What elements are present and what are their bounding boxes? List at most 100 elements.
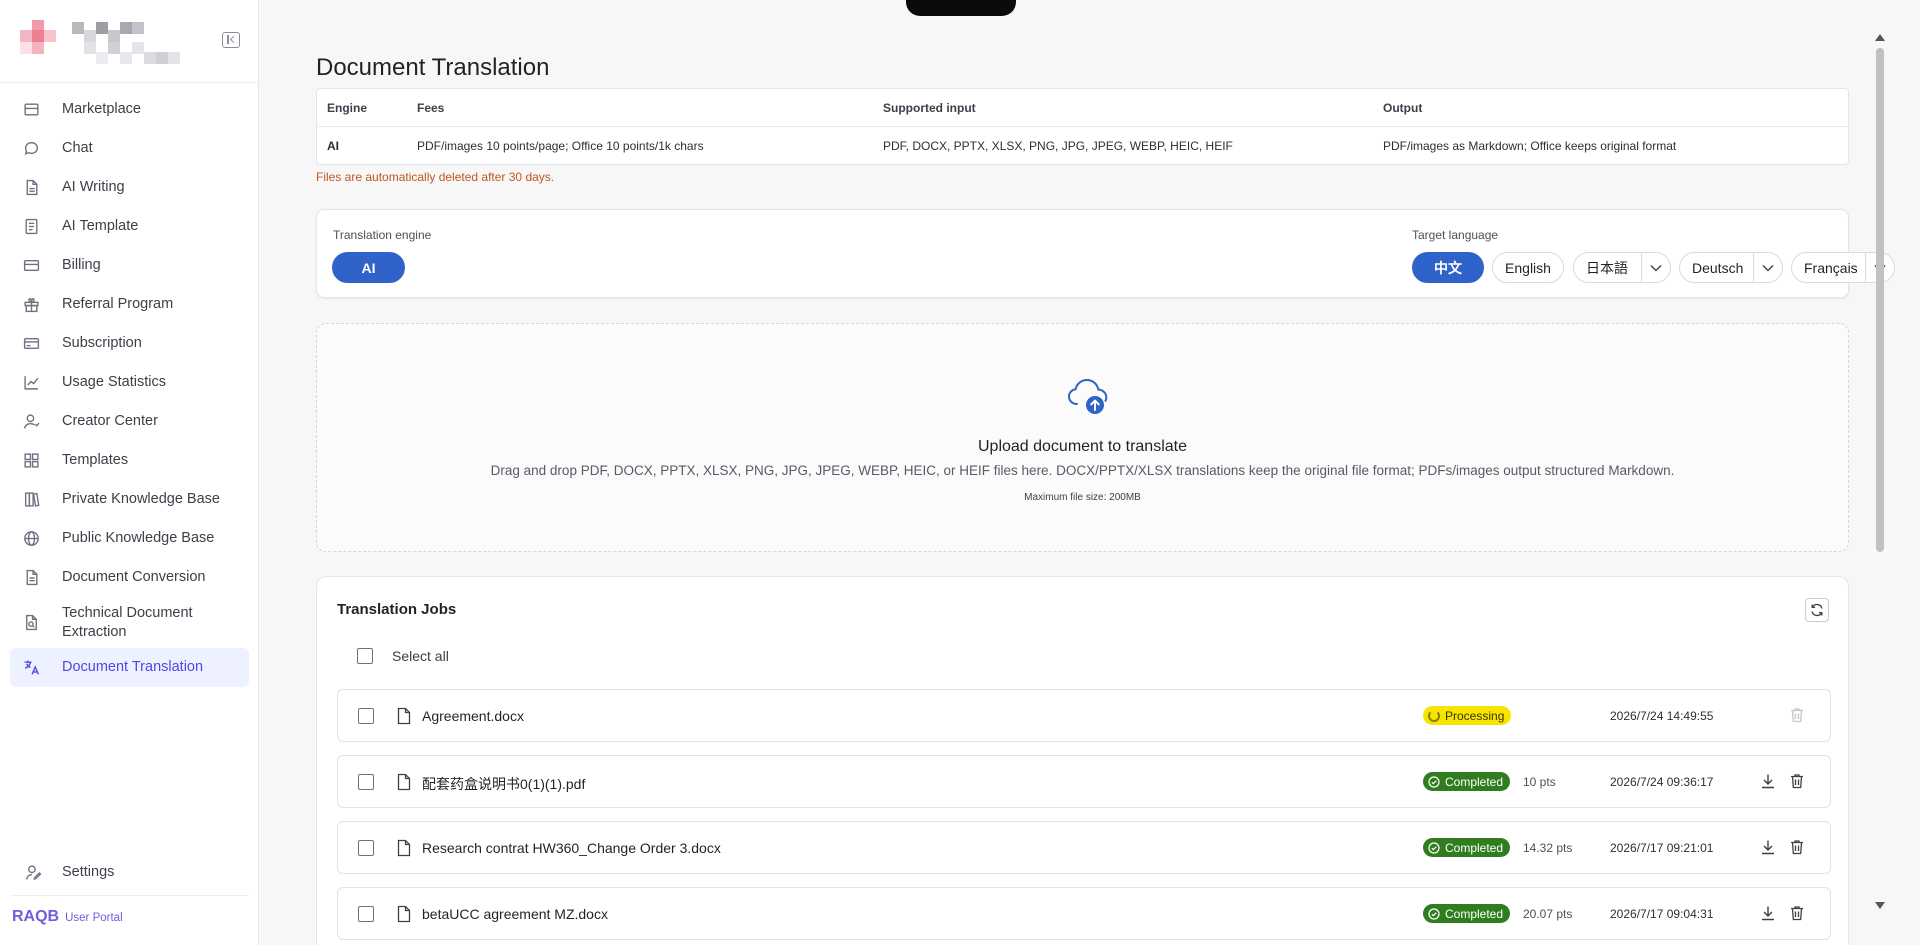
language-option-chinese[interactable]: 中文 [1412,252,1484,283]
card-icon [23,338,40,349]
trash-icon[interactable] [1788,838,1806,856]
points-cost: 20.07 pts [1523,907,1573,921]
credit-card-icon [23,260,40,271]
globe-icon [24,531,39,546]
sidebar-item-label: Templates [62,452,129,468]
file-icon [397,839,411,857]
status-text: Completed [1445,906,1504,921]
trash-icon[interactable] [1788,772,1806,790]
row-checkbox[interactable] [358,906,374,922]
sidebar-item-label: Creator Center [62,413,158,429]
sidebar-item-ai-writing[interactable]: AI Writing [10,168,249,207]
language-option-english[interactable]: English [1492,252,1564,283]
settings-button[interactable]: Settings [10,852,249,892]
trash-icon[interactable] [1788,904,1806,922]
sidebar-item-referral-program[interactable]: Referral Program [10,285,249,324]
status-badge: Completed [1423,904,1511,923]
retention-note: Files are automatically deleted after 30… [316,170,555,184]
spinner-icon [1428,709,1440,722]
timestamp: 2026/7/17 09:04:31 [1610,907,1714,921]
file-icon [397,905,411,923]
upload-dropzone[interactable]: Upload document to translate Drag and dr… [316,323,1849,552]
sidebar-collapse-icon[interactable] [222,32,240,48]
sidebar-item-templates[interactable]: Templates [10,441,249,480]
table-row[interactable]: betaUCC agreement MZ.docx Completed 20.0… [337,887,1831,940]
points-cost: 10 pts [1523,775,1556,789]
sidebar-item-label: AI Template [62,218,139,234]
status-text: Completed [1445,774,1504,789]
file-icon [397,773,411,791]
file-name: 配套药盒说明书0(1)(1).pdf [422,776,586,792]
table-row: AI PDF/images 10 points/page; Office 10 … [317,127,1848,165]
scroll-up-arrow-icon[interactable] [1875,34,1885,41]
select-all-label: Select all [392,648,449,664]
table-row[interactable]: Research contrat HW360_Change Order 3.do… [337,821,1831,874]
sidebar-item-public-knowledge-base[interactable]: Public Knowledge Base [10,519,249,558]
sidebar-item-billing[interactable]: Billing [10,246,249,285]
header-output: Output [1383,100,1423,115]
sidebar-item-technical-document-extraction[interactable]: Technical Document Extraction [10,597,249,648]
download-icon[interactable] [1759,772,1777,790]
sidebar-item-ai-template[interactable]: AI Template [10,207,249,246]
sidebar-item-chat[interactable]: Chat [10,129,249,168]
sidebar-item-label: Document Translation [62,659,204,675]
select-all-checkbox[interactable] [357,648,373,664]
sidebar-item-creator-center[interactable]: Creator Center [10,402,249,441]
engine-info-table: Engine Fees Supported input Output AI PD… [316,88,1849,165]
sidebar-item-document-translation[interactable]: Document Translation [10,648,249,687]
sidebar: Marketplace Chat AI Writing AI Template … [0,0,259,945]
settings-label: Settings [62,864,115,880]
chevron-down-icon[interactable] [1754,264,1782,272]
timestamp: 2026/7/24 14:49:55 [1610,709,1714,723]
line-chart-icon [24,376,39,390]
table-row[interactable]: 配套药盒说明书0(1)(1).pdf Completed 10 pts 2026… [337,755,1831,808]
trash-icon[interactable] [1788,706,1806,724]
status-badge: Completed [1423,772,1511,791]
language-label: Français [1804,259,1858,276]
brand-subtitle: User Portal [65,912,123,924]
translation-engine-label: Translation engine [333,228,432,242]
brand-name: RAQB [12,908,60,925]
cell-fees: PDF/images 10 points/page; Office 10 poi… [417,139,704,153]
header-engine: Engine [327,100,368,115]
download-icon[interactable] [1759,904,1777,922]
page-title: Document Translation [316,54,550,81]
sidebar-item-label: Subscription [62,335,142,351]
language-option-german[interactable]: Deutsch [1679,252,1783,283]
refresh-button[interactable] [1805,598,1829,622]
template-list-icon [25,218,38,235]
table-row[interactable]: Agreement.docx Processing 2026/7/24 14:4… [337,689,1831,742]
sidebar-item-subscription[interactable]: Subscription [10,324,249,363]
engine-option-ai[interactable]: AI [332,252,405,283]
row-checkbox[interactable] [358,840,374,856]
file-name: Research contrat HW360_Change Order 3.do… [422,840,721,856]
scroll-down-arrow-icon[interactable] [1875,902,1885,909]
row-checkbox[interactable] [358,774,374,790]
upload-description: Drag and drop PDF, DOCX, PPTX, XLSX, PNG… [490,463,1675,478]
chat-bubble-icon [24,141,39,155]
sidebar-item-private-knowledge-base[interactable]: Private Knowledge Base [10,480,249,519]
engine-settings-card: Translation engine AI Target language 中文… [316,209,1895,298]
download-icon[interactable] [1759,838,1777,856]
language-option-japanese[interactable]: 日本語 [1573,252,1671,283]
chevron-down-icon[interactable] [1642,264,1670,272]
logo[interactable] [20,20,190,64]
sidebar-item-label: Chat [62,140,93,156]
sidebar-item-label: Referral Program [62,296,174,312]
cell-supported-input: PDF, DOCX, PPTX, XLSX, PNG, JPG, JPEG, W… [883,139,1233,153]
header-fees: Fees [417,100,445,115]
scrollbar-thumb[interactable] [1876,48,1884,552]
row-checkbox[interactable] [358,708,374,724]
timestamp: 2026/7/17 09:21:01 [1610,841,1714,855]
sidebar-item-usage-statistics[interactable]: Usage Statistics [10,363,249,402]
books-icon [24,492,40,507]
language-label: Deutsch [1692,259,1744,276]
status-badge: Processing [1423,706,1512,725]
sidebar-item-marketplace[interactable]: Marketplace [10,90,249,129]
select-all[interactable]: Select all [337,648,449,664]
sidebar-item-document-conversion[interactable]: Document Conversion [10,558,249,597]
sidebar-item-label: Document Conversion [62,569,206,585]
cell-engine: AI [327,139,339,153]
header-supported-input: Supported input [883,100,976,115]
settings-person-icon [25,864,42,880]
